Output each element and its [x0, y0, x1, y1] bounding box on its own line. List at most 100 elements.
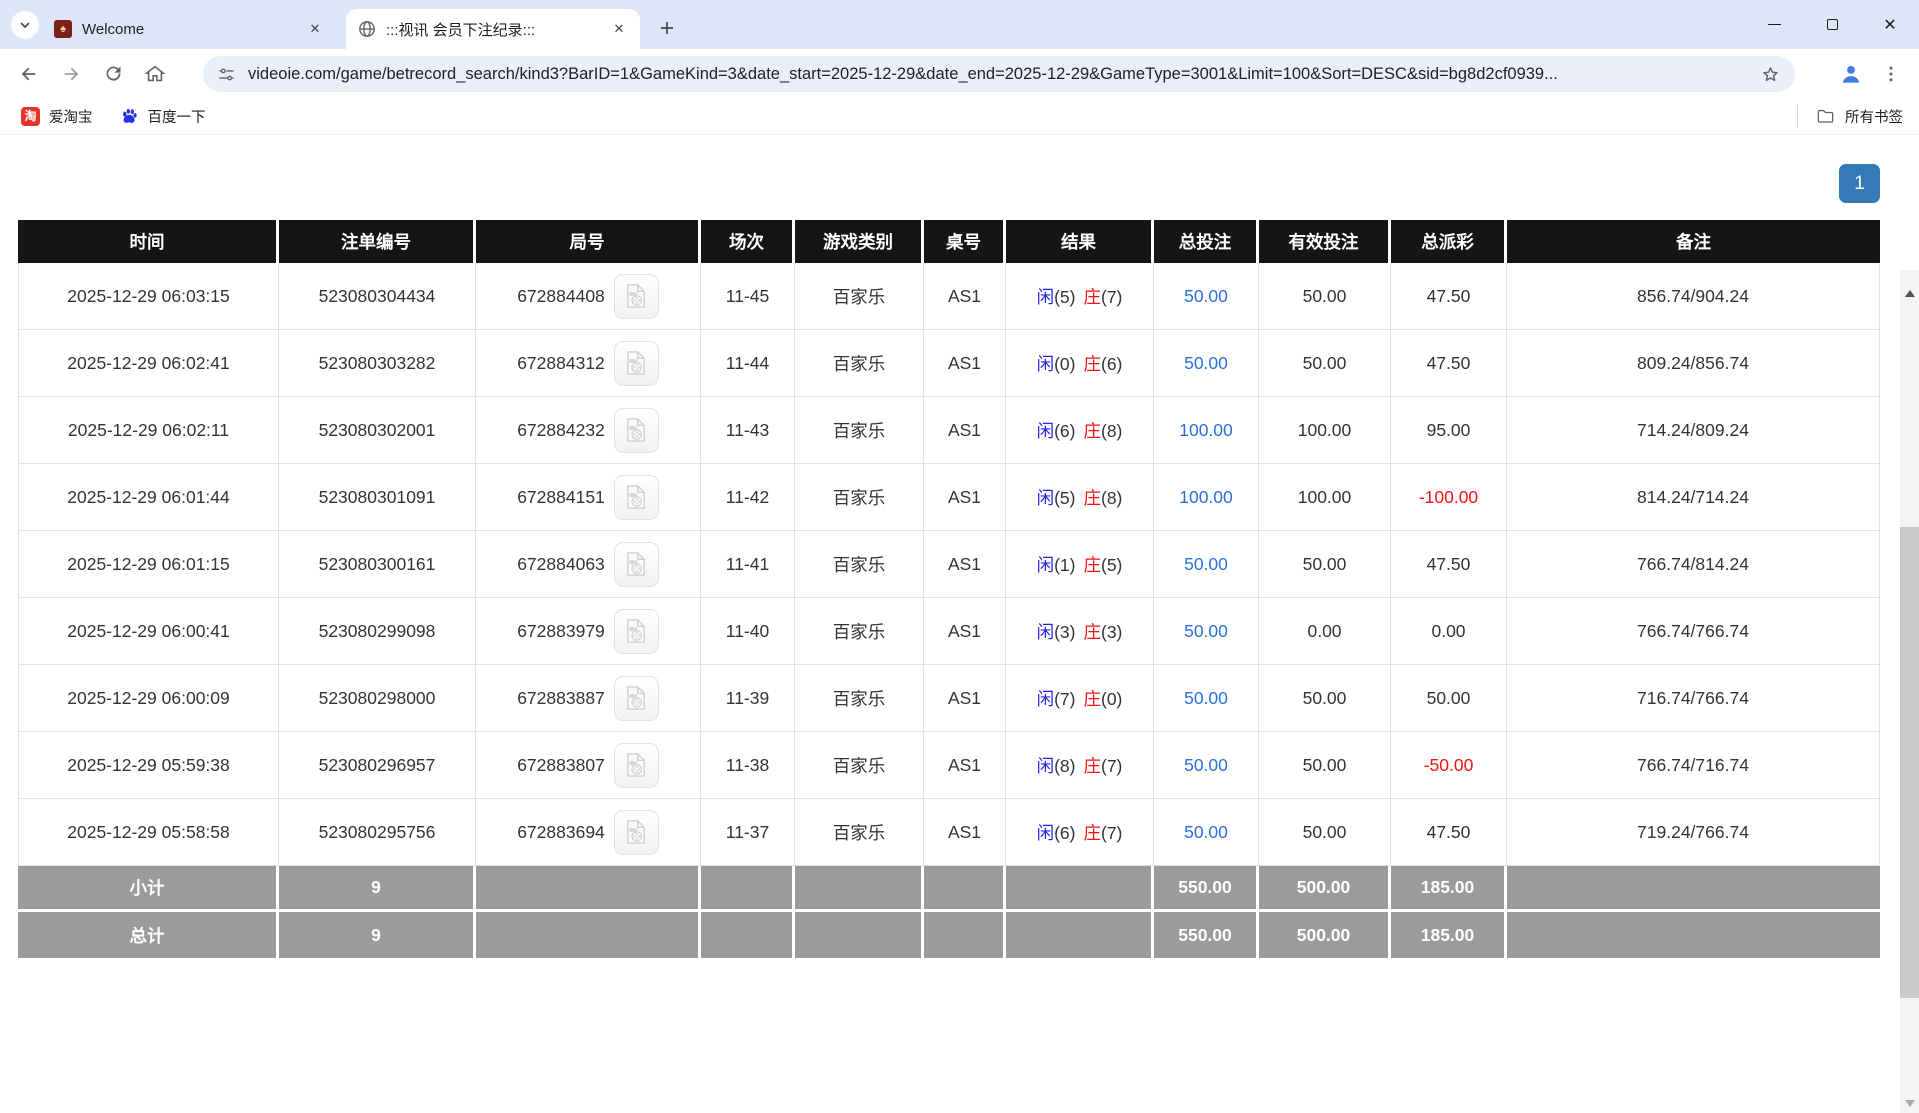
video-replay-button[interactable] — [614, 810, 659, 855]
cell-session: 11-42 — [701, 464, 795, 531]
column-header-6: 结果 — [1006, 220, 1154, 263]
site-settings-icon[interactable] — [217, 65, 236, 84]
maximize-button[interactable] — [1803, 0, 1861, 49]
cell-total-bet: 50.00 — [1154, 799, 1259, 866]
cell-round: 672884063 — [476, 531, 701, 598]
header-row: 时间注单编号局号场次游戏类别桌号结果总投注有效投注总派彩备注 — [18, 220, 1880, 263]
cell-round: 672883979 — [476, 598, 701, 665]
bookmark-aitaobao[interactable]: 淘 爱淘宝 — [15, 102, 99, 131]
home-button[interactable] — [134, 53, 176, 95]
video-replay-button[interactable] — [614, 341, 659, 386]
bookmark-baidu[interactable]: 百度一下 — [114, 102, 212, 131]
kebab-menu-icon — [1881, 64, 1901, 84]
total-bet-link[interactable]: 100.00 — [1179, 420, 1233, 440]
total-bet-link[interactable]: 100.00 — [1179, 487, 1233, 507]
round-number: 672883979 — [517, 621, 605, 642]
cell-bet-id: 523080298000 — [279, 665, 476, 732]
video-replay-button[interactable] — [614, 609, 659, 654]
total-bet-link[interactable]: 50.00 — [1184, 688, 1228, 708]
player-result: 闲 — [1037, 622, 1055, 642]
cell-remark: 814.24/714.24 — [1507, 464, 1880, 531]
pagination-page-1-button[interactable]: 1 — [1839, 164, 1880, 203]
vertical-scrollbar[interactable] — [1900, 270, 1919, 1113]
arrow-down-icon — [1905, 1100, 1915, 1107]
video-replay-button[interactable] — [614, 542, 659, 587]
cell-round: 672884151 — [476, 464, 701, 531]
cell-session: 11-41 — [701, 531, 795, 598]
video-replay-button[interactable] — [614, 274, 659, 319]
tab-welcome[interactable]: ♠ Welcome ✕ — [42, 9, 336, 49]
column-header-10: 备注 — [1507, 220, 1880, 263]
browser-toolbar: videoie.com/game/betrecord_search/kind3?… — [0, 49, 1919, 98]
tab-close-icon[interactable]: ✕ — [610, 20, 628, 38]
player-result: 闲 — [1037, 488, 1055, 508]
cell-table-no: AS1 — [924, 665, 1006, 732]
cell-game-type: 百家乐 — [795, 598, 924, 665]
total-bet-link[interactable]: 50.00 — [1184, 621, 1228, 641]
cell-table-no: AS1 — [924, 397, 1006, 464]
cell-total-bet: 50.00 — [1154, 732, 1259, 799]
back-button[interactable] — [8, 53, 50, 95]
cell-bet-id: 523080301091 — [279, 464, 476, 531]
cell-table-no: AS1 — [924, 263, 1006, 330]
cell-remark: 766.74/716.74 — [1507, 732, 1880, 799]
grand-total-payout: 185.00 — [1391, 912, 1507, 958]
close-button[interactable]: ✕ — [1861, 0, 1919, 49]
url-bar[interactable]: videoie.com/game/betrecord_search/kind3?… — [203, 56, 1795, 92]
tab-close-icon[interactable]: ✕ — [306, 20, 324, 38]
globe-favicon-icon — [358, 20, 376, 38]
video-file-icon — [622, 483, 650, 511]
all-bookmarks-button[interactable]: 所有书签 — [1797, 105, 1903, 127]
cell-table-no: AS1 — [924, 732, 1006, 799]
cell-payout: 50.00 — [1391, 665, 1507, 732]
scrollbar-up-button[interactable] — [1900, 284, 1919, 303]
video-file-icon — [622, 818, 650, 846]
subtotal-label: 小计 — [18, 866, 279, 912]
bet-records-table: 时间注单编号局号场次游戏类别桌号结果总投注有效投注总派彩备注 2025-12-2… — [18, 220, 1880, 958]
video-replay-button[interactable] — [614, 676, 659, 721]
cell-remark: 714.24/809.24 — [1507, 397, 1880, 464]
total-bet-link[interactable]: 50.00 — [1184, 353, 1228, 373]
total-bet-link[interactable]: 50.00 — [1184, 554, 1228, 574]
video-replay-button[interactable] — [614, 743, 659, 788]
chevron-down-icon — [19, 19, 31, 31]
cell-valid-bet: 100.00 — [1259, 464, 1391, 531]
cell-result: 闲(6)庄(8) — [1006, 397, 1154, 464]
profile-button[interactable] — [1835, 58, 1867, 90]
subtotal-payout: 185.00 — [1391, 866, 1507, 912]
minimize-button[interactable] — [1745, 0, 1803, 49]
round-number: 672884408 — [517, 286, 605, 307]
video-replay-button[interactable] — [614, 475, 659, 520]
video-replay-button[interactable] — [614, 408, 659, 453]
banker-result: 庄 — [1084, 421, 1102, 441]
bookmark-star-button[interactable] — [1760, 64, 1781, 85]
scrollbar-down-button[interactable] — [1900, 1094, 1919, 1113]
cell-total-bet: 50.00 — [1154, 330, 1259, 397]
cell-valid-bet: 50.00 — [1259, 665, 1391, 732]
scrollbar-thumb[interactable] — [1900, 527, 1919, 998]
forward-button[interactable] — [50, 53, 92, 95]
reload-button[interactable] — [92, 53, 134, 95]
back-arrow-icon — [18, 63, 40, 85]
cell-valid-bet: 50.00 — [1259, 732, 1391, 799]
cell-payout: 47.50 — [1391, 531, 1507, 598]
cell-total-bet: 50.00 — [1154, 263, 1259, 330]
browser-menu-button[interactable] — [1875, 58, 1907, 90]
cell-result: 闲(5)庄(7) — [1006, 263, 1154, 330]
cell-bet-id: 523080295756 — [279, 799, 476, 866]
tab-search-button[interactable] — [11, 11, 39, 39]
cell-remark: 856.74/904.24 — [1507, 263, 1880, 330]
total-bet-link[interactable]: 50.00 — [1184, 755, 1228, 775]
video-file-icon — [622, 684, 650, 712]
round-number: 672883807 — [517, 755, 605, 776]
bookmark-label: 百度一下 — [148, 106, 206, 127]
tab-betrecord[interactable]: :::视讯 会员下注纪录::: ✕ — [346, 9, 640, 49]
total-bet-link[interactable]: 50.00 — [1184, 822, 1228, 842]
table-body: 2025-12-29 06:03:15 523080304434 6728844… — [18, 263, 1880, 866]
cell-total-bet: 100.00 — [1154, 397, 1259, 464]
total-bet-link[interactable]: 50.00 — [1184, 286, 1228, 306]
player-result: 闲 — [1037, 756, 1055, 776]
new-tab-button[interactable] — [652, 13, 682, 43]
subtotal-row: 小计 9 550.00 500.00 185.00 — [18, 866, 1880, 912]
cell-session: 11-43 — [701, 397, 795, 464]
